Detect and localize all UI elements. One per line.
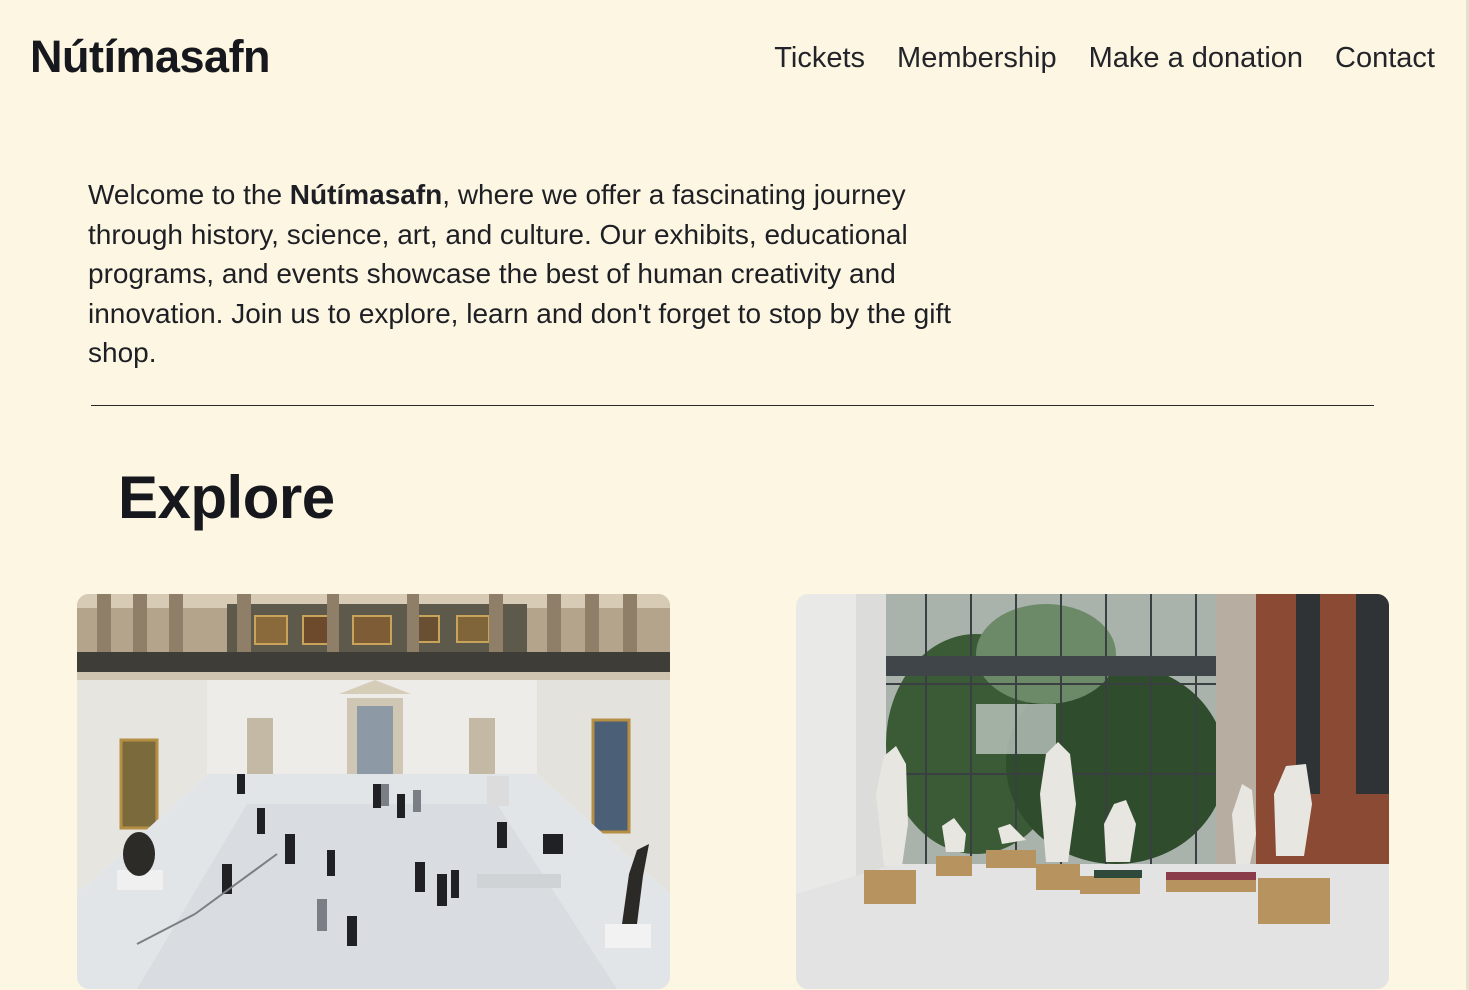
intro-museum-name: Nútímasafn (289, 179, 443, 210)
nav-item-tickets: Tickets (774, 40, 865, 76)
intro-paragraph: Welcome to the Nútímasafn, where we offe… (88, 175, 958, 373)
explore-heading: Explore (118, 464, 335, 531)
explore-card-gallery-hall[interactable] (77, 594, 670, 989)
nav-link-tickets[interactable]: Tickets (774, 42, 865, 74)
site-header: Nútímasafn Tickets Membership Make a don… (0, 0, 1469, 120)
sculpture-atrium-image (796, 594, 1389, 989)
site-logo[interactable]: Nútímasafn (30, 30, 271, 84)
nav-link-donation[interactable]: Make a donation (1089, 42, 1303, 74)
nav-link-membership[interactable]: Membership (897, 42, 1057, 74)
explore-card-sculpture-atrium[interactable] (796, 594, 1389, 989)
nav-item-contact: Contact (1335, 40, 1435, 76)
intro-prefix: Welcome to the (88, 179, 290, 210)
nav-item-membership: Membership (897, 40, 1057, 76)
nav-link-contact[interactable]: Contact (1335, 42, 1435, 74)
main-nav: Tickets Membership Make a donation Conta… (774, 40, 1435, 76)
section-divider (91, 405, 1374, 406)
nav-item-donation: Make a donation (1089, 40, 1303, 76)
gallery-hall-image (77, 594, 670, 989)
